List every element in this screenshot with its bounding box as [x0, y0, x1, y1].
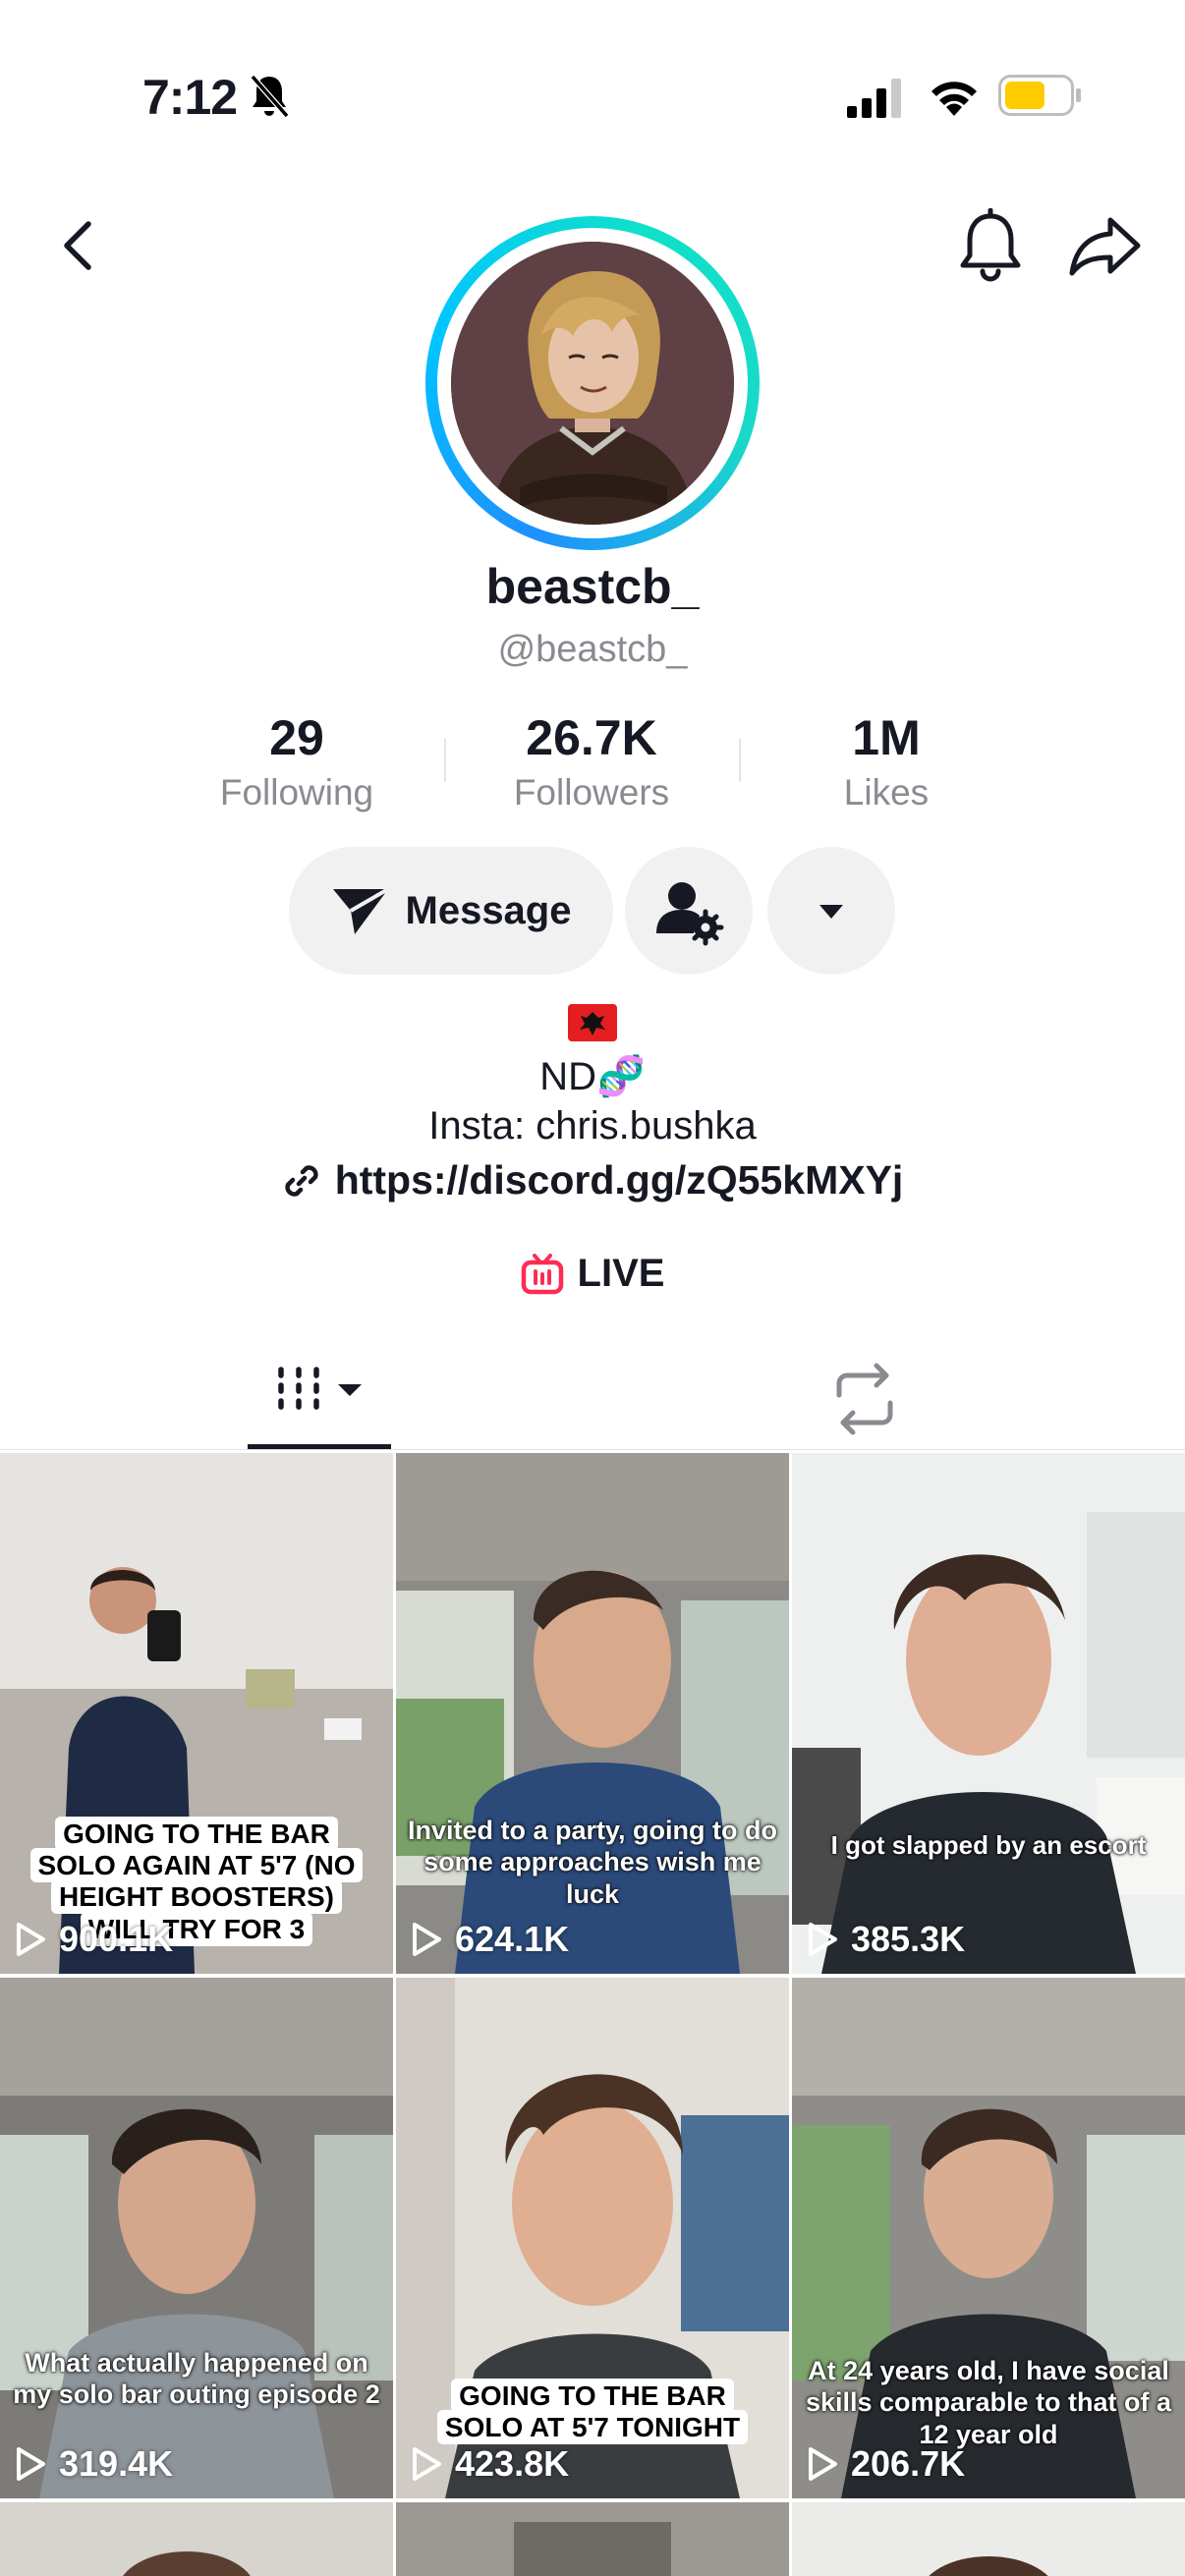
status-bar: 7:12	[0, 0, 1185, 167]
user-gear-icon	[656, 882, 724, 946]
albania-flag-icon	[568, 1004, 617, 1041]
wifi-icon	[931, 82, 977, 116]
tabs-divider	[0, 1449, 1185, 1450]
avatar	[451, 242, 734, 525]
video-caption: Invited to a party, going to do some app…	[408, 1816, 777, 1909]
stat-following[interactable]: 29 Following	[179, 709, 415, 813]
back-button[interactable]	[49, 216, 108, 275]
share-arrow-icon[interactable]	[1067, 212, 1144, 281]
live-tv-icon	[521, 1253, 563, 1294]
video-views: 206.7K	[806, 2443, 965, 2485]
bio-line-2: Insta: chris.bushka	[428, 1104, 757, 1148]
avatar-story-ring[interactable]	[425, 216, 760, 550]
status-time: 7:12	[142, 70, 238, 125]
video-caption: What actually happened on my solo bar ou…	[13, 2348, 380, 2410]
video-tile[interactable]: GOING TO THE BAR SOLO AGAIN AT 5'7 (NO H…	[0, 1453, 393, 1974]
video-tile[interactable]: What actually happened on my solo bar ou…	[0, 1978, 393, 2498]
video-thumbnail	[792, 1453, 1185, 1974]
cellular-signal-icon	[847, 79, 901, 118]
tab-reposts-icon[interactable]	[825, 1360, 904, 1438]
bell-slash-icon	[250, 75, 290, 118]
video-tile[interactable]: GOING TO THE BAR SOLO AT 5'7 TONIGHT 423…	[396, 1978, 789, 2498]
video-thumbnail	[0, 1978, 393, 2498]
play-icon	[17, 2447, 45, 2481]
video-tile[interactable]	[396, 2502, 789, 2576]
link-icon	[285, 1164, 318, 1197]
likes-label: Likes	[843, 772, 930, 812]
video-thumbnail	[396, 2502, 789, 2576]
likes-count: 1M	[852, 710, 921, 765]
video-tile[interactable]: At 24 years old, I have social skills co…	[792, 1978, 1185, 2498]
videos-grid-icon	[278, 1367, 362, 1410]
following-count: 29	[269, 710, 324, 765]
username-handle: @beastcb_	[497, 629, 688, 670]
video-views: 423.8K	[410, 2443, 569, 2485]
play-icon	[17, 1923, 45, 1956]
caret-down-icon	[819, 905, 843, 919]
play-icon	[413, 1923, 441, 1956]
video-thumbnail	[0, 2502, 393, 2576]
live-button[interactable]: LIVE	[0, 1252, 1185, 1296]
video-tile[interactable]: Invited to a party, going to do some app…	[396, 1453, 789, 1974]
battery-icon	[998, 75, 1081, 116]
play-icon	[809, 2447, 837, 2481]
followers-count: 26.7K	[526, 710, 657, 765]
suggested-accounts-button[interactable]	[767, 847, 895, 975]
stat-divider	[444, 739, 446, 782]
video-caption: GOING TO THE BAR SOLO AT 5'7 TONIGHT	[414, 2379, 771, 2445]
bio-link-text: https://discord.gg/zQ55kMXYj	[334, 1157, 904, 1203]
stat-followers[interactable]: 26.7K Followers	[474, 709, 709, 813]
bio-link[interactable]: https://discord.gg/zQ55kMXYj	[0, 1157, 1185, 1204]
video-caption: At 24 years old, I have social skills co…	[805, 2356, 1172, 2449]
video-tile[interactable]	[792, 2502, 1185, 2576]
video-views: 319.4K	[14, 2443, 173, 2485]
bio-line-1: ND🧬	[539, 1055, 646, 1098]
following-label: Following	[219, 772, 374, 812]
play-icon	[413, 2447, 441, 2481]
video-views: 624.1K	[410, 1919, 569, 1960]
video-caption: I got slapped by an escort	[830, 1830, 1147, 1860]
message-button[interactable]: Message	[289, 847, 613, 975]
video-tile[interactable]	[0, 2502, 393, 2576]
stat-likes[interactable]: 1M Likes	[768, 709, 1004, 813]
video-thumbnail	[792, 2502, 1185, 2576]
following-settings-button[interactable]	[625, 847, 753, 975]
followers-label: Followers	[513, 772, 670, 812]
notification-bell-icon[interactable]	[955, 208, 1026, 285]
play-icon	[809, 1923, 837, 1956]
tab-videos[interactable]	[248, 1356, 391, 1454]
stat-divider	[739, 739, 741, 782]
send-icon	[332, 887, 389, 934]
video-tile[interactable]: I got slapped by an escort 385.3K	[792, 1453, 1185, 1974]
video-views: 900.1K	[14, 1919, 173, 1960]
message-label: Message	[405, 888, 572, 932]
video-views: 385.3K	[806, 1919, 965, 1960]
live-label: LIVE	[577, 1252, 665, 1295]
display-name: beastcb_	[485, 559, 700, 614]
